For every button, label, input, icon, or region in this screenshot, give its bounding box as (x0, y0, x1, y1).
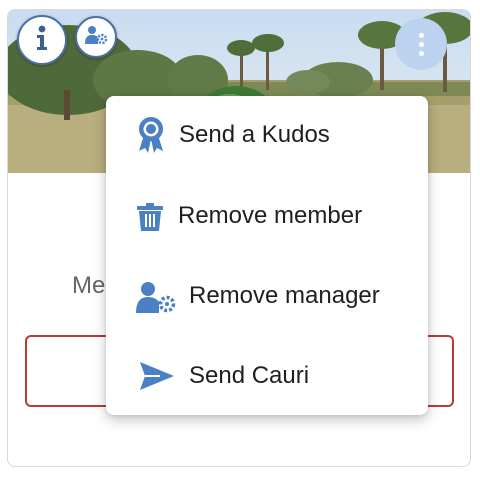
actions-menu: Send a Kudos Remove member Remove manage (106, 96, 428, 415)
menu-item-send-kudos[interactable]: Send a Kudos (106, 105, 428, 165)
menu-item-label: Send a Kudos (179, 121, 330, 148)
menu-item-remove-member[interactable]: Remove member (106, 186, 428, 246)
menu-item-label: Remove manager (189, 282, 380, 309)
user-cog-icon (136, 281, 176, 313)
trash-icon (137, 203, 163, 231)
send-icon (140, 362, 174, 390)
menu-item-label: Send Cauri (189, 362, 310, 389)
more-options-button[interactable] (395, 18, 447, 70)
menu-item-remove-manager[interactable]: Remove manager (106, 266, 428, 326)
user-cog-icon (84, 25, 108, 50)
award-icon (136, 115, 166, 155)
info-icon (31, 25, 53, 56)
menu-item-label: Remove member (178, 202, 363, 229)
manager-settings-button[interactable] (75, 16, 117, 58)
menu-item-send-cauri[interactable]: Send Cauri (106, 346, 428, 406)
info-button[interactable] (17, 15, 67, 65)
more-vertical-icon (418, 32, 424, 56)
member-label: Me (72, 272, 106, 299)
